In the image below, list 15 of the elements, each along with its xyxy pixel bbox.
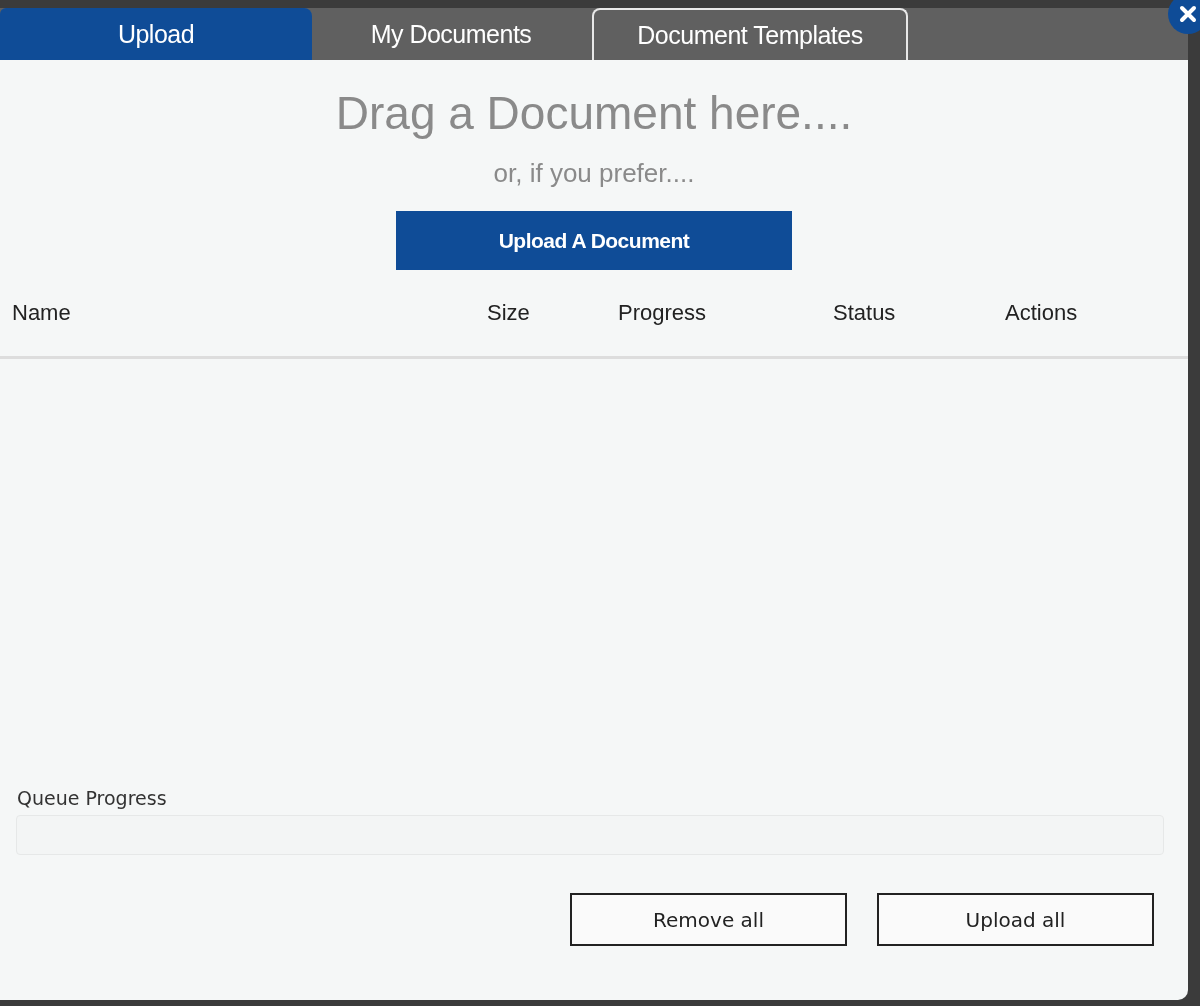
drop-zone-subtitle: or, if you prefer....: [493, 158, 695, 189]
tab[interactable]: Upload: [0, 8, 312, 60]
close-icon: [1177, 3, 1199, 25]
upload-document-button[interactable]: Upload A Document: [396, 211, 792, 270]
column-header: Name: [12, 300, 72, 326]
upload-all-button[interactable]: Upload all: [877, 893, 1154, 946]
remove-all-button[interactable]: Remove all: [570, 893, 847, 946]
queue-progress-label: Queue Progress: [17, 787, 168, 809]
tab[interactable]: Document Templates: [592, 8, 908, 60]
drop-zone-title: Drag a Document here....: [335, 86, 853, 140]
tab[interactable]: My Documents: [312, 8, 590, 60]
column-header: Status: [833, 300, 897, 326]
column-header: Actions: [1005, 300, 1078, 326]
column-header: Size: [487, 300, 531, 326]
column-header: Progress: [618, 300, 708, 326]
